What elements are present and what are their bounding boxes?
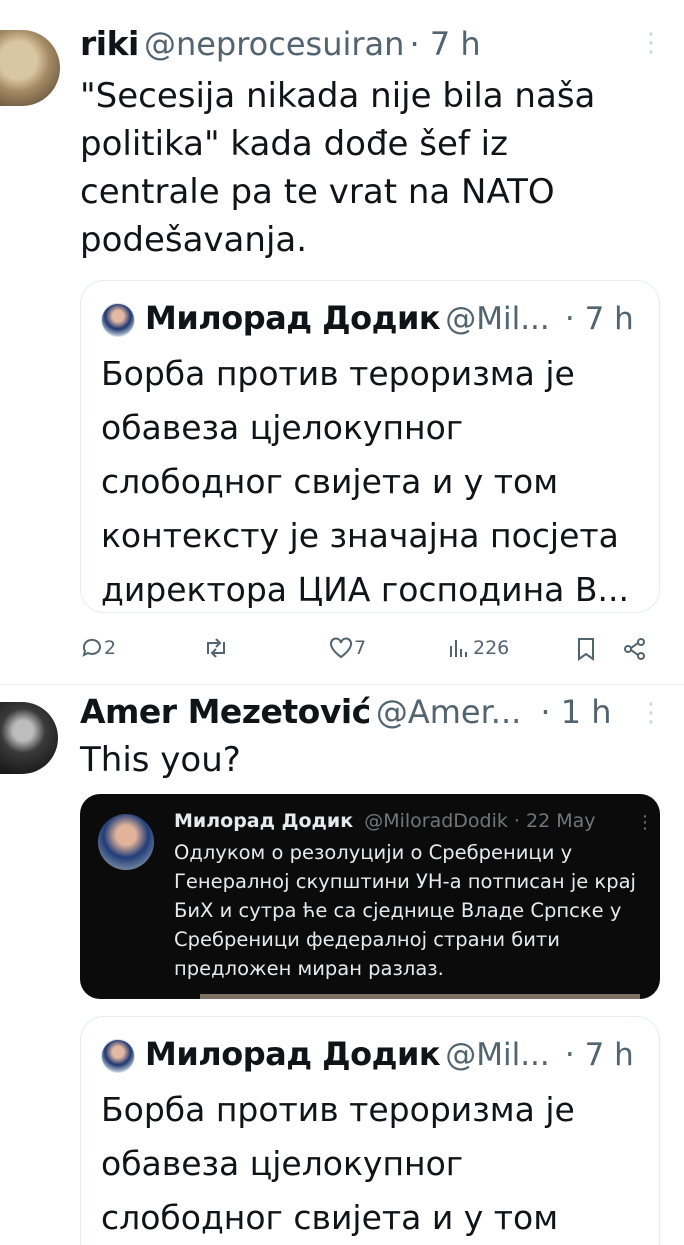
quote-text-line: директора ЦИА господина В... — [101, 570, 629, 609]
tweet-text: "Secesija nikada nije bila naša politika… — [80, 72, 660, 264]
tweet-time[interactable]: · 1 h — [540, 693, 611, 731]
repost-button[interactable] — [202, 636, 230, 660]
image-tweet-header: Милорад Додик @MiloradDodik · 22 May — [174, 810, 596, 832]
quote-text: Борба против тероризма је обавеза цјелок… — [101, 347, 651, 617]
tweet-text-line: centrale pa te vrat na NATO — [80, 172, 555, 212]
analytics-icon — [450, 640, 467, 657]
quote-time: · 7 h — [564, 1037, 634, 1073]
image-avatar — [98, 814, 154, 870]
quote-text-line: слободног свијета и у том — [101, 462, 559, 501]
view-count: 226 — [473, 637, 510, 659]
quote-avatar — [101, 1039, 135, 1073]
image-text-line: предложен миран разлаз. — [174, 957, 444, 980]
tweet-time[interactable]: · 7 h — [410, 25, 481, 63]
quoted-tweet[interactable]: Милорад Додик @Mil... · 7 h Борба против… — [80, 280, 660, 613]
quote-text-line: обавеза цјелокупног — [101, 1144, 464, 1183]
image-text-line: Сребреници федералној страни бити — [174, 928, 560, 951]
share-button[interactable] — [622, 636, 648, 662]
bookmark-button[interactable] — [575, 636, 597, 662]
reply-button[interactable]: 2 — [80, 636, 116, 660]
tweet-header: Amer Mezetović @Amer... · 1 h — [80, 692, 612, 731]
quote-text-line: Борба против тероризма је — [101, 1090, 575, 1129]
share-icon — [624, 638, 645, 660]
quote-text-line: Борба против тероризма је — [101, 354, 575, 393]
quote-author-handle: @Mil... — [445, 1037, 550, 1073]
reply-count: 2 — [104, 637, 117, 659]
quote-author-name: Милорад Додик — [145, 299, 441, 337]
author-handle[interactable]: @neprocesuiran — [144, 25, 404, 63]
more-options-icon[interactable]: ⋮ — [638, 700, 664, 726]
image-text-line: Одлуком о резолуцији о Сребреници у — [174, 841, 573, 864]
bookmark-icon — [578, 638, 594, 661]
avatar[interactable] — [0, 30, 60, 106]
image-author-meta: @MiloradDodik · 22 May — [364, 810, 596, 832]
image-tweet-text: Одлуком о резолуцији о Сребреници у Гене… — [174, 838, 654, 983]
image-text-line: БиХ и сутра ће са сједнице Владе Српске … — [174, 899, 622, 922]
quote-text: Борба против тероризма је обавеза цјелок… — [101, 1083, 651, 1245]
author-name[interactable]: riki — [80, 24, 139, 63]
quoted-tweet[interactable]: Милорад Додик @Mil... · 7 h Борба против… — [80, 1016, 660, 1245]
heart-icon — [330, 637, 352, 659]
tweet-text-line: "Secesija nikada nije bila naša — [80, 76, 596, 116]
more-options-icon[interactable]: ⋮ — [638, 30, 664, 56]
quote-header: Милорад Додик @Mil... · 7 h — [145, 1035, 634, 1073]
tweet-text-line: politika" kada dođe šef iz — [80, 124, 508, 164]
attached-image[interactable]: Милорад Додик @MiloradDodik · 22 May ⋮ О… — [80, 794, 660, 999]
image-text-line: Генералној скупштини УН-а потписан је кр… — [174, 870, 636, 893]
tweet-text: This you? — [80, 740, 241, 780]
reply-icon — [82, 638, 101, 657]
author-name[interactable]: Amer Mezetović — [80, 692, 371, 731]
repost-icon — [207, 638, 225, 658]
author-handle[interactable]: @Amer... — [376, 693, 521, 731]
tweet-divider — [0, 684, 684, 685]
quote-time: · 7 h — [564, 301, 634, 337]
quote-text-line: обавеза цјелокупног — [101, 408, 464, 447]
avatar[interactable] — [0, 702, 58, 774]
quote-avatar — [101, 303, 135, 337]
image-edge — [200, 994, 640, 999]
quote-header: Милорад Додик @Mil... · 7 h — [145, 299, 634, 337]
image-more-icon: ⋮ — [636, 812, 654, 833]
quote-text-line: контексту је значајна посјета — [101, 516, 619, 555]
quote-author-name: Милорад Додик — [145, 1035, 441, 1073]
quote-text-line: слободног свијета и у том — [101, 1198, 559, 1237]
tweet-header: riki @neprocesuiran · 7 h — [80, 24, 481, 63]
like-count: 7 — [354, 637, 367, 659]
image-author-name: Милорад Додик — [174, 810, 354, 832]
tweet-text-line: podešavanja. — [80, 220, 308, 260]
like-button[interactable]: 7 — [328, 636, 366, 660]
quote-author-handle: @Mil... — [445, 301, 550, 337]
views-button[interactable]: 226 — [447, 636, 509, 660]
